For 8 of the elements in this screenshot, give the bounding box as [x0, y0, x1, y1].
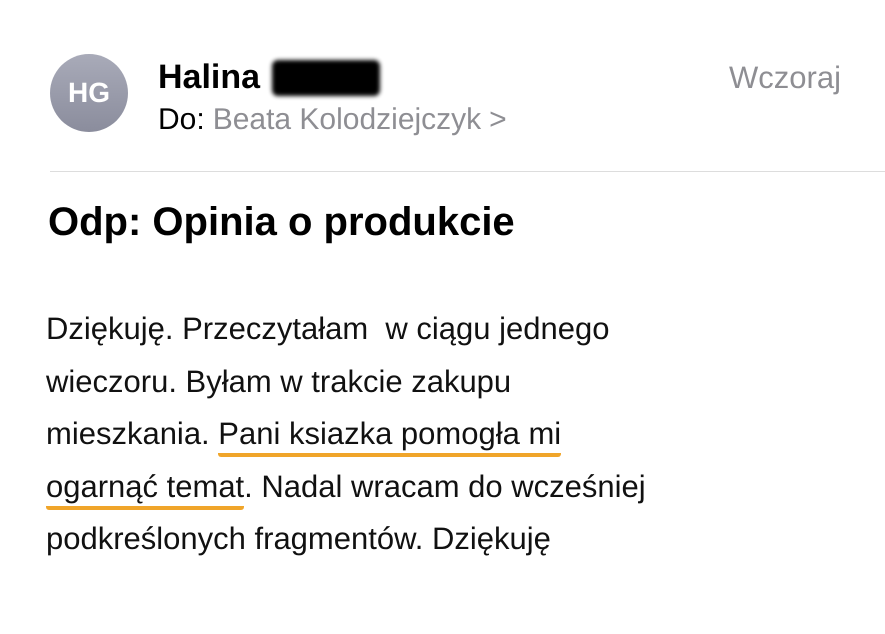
- message-body: Dziękuję. Przeczytałam w ciągu jednego wieczoru. Byłam w trakcie zakupu mieszkania. Pani ksiazka pomogła mi ogarnąć temat. Nadal wracam do wcześniej podkreślonych fragmentów. Dziękuję: [46, 310, 647, 558]
- sender-name: Halina: [158, 58, 260, 97]
- recipient-name[interactable]: Beata Kolodziejczyk: [212, 103, 482, 137]
- chevron-icon[interactable]: >: [489, 103, 507, 137]
- message-date: Wczoraj: [729, 60, 841, 96]
- recipient-label: Do:: [158, 103, 205, 137]
- avatar: HG: [50, 54, 128, 132]
- message-subject: Odp: Opinia o produkcie: [48, 200, 516, 245]
